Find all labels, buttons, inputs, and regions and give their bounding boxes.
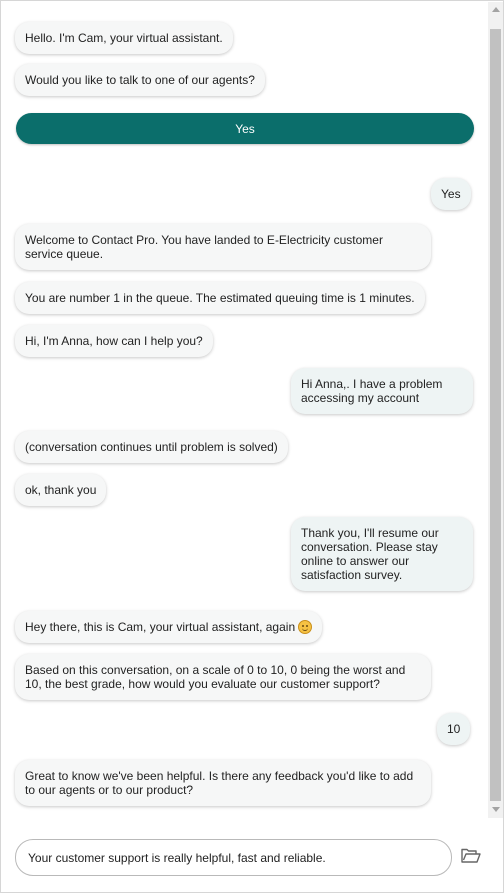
agent-message: Hi, I'm Anna, how can I help you? bbox=[15, 325, 213, 357]
bot-message: Hello. I'm Cam, your virtual assistant. bbox=[15, 22, 233, 54]
chat-transcript: Hello. I'm Cam, your virtual assistant. … bbox=[2, 2, 486, 818]
smiley-icon bbox=[298, 620, 313, 634]
user-message: Yes bbox=[431, 178, 471, 210]
bot-message: Great to know we've been helpful. Is the… bbox=[15, 760, 431, 806]
message-input[interactable] bbox=[15, 839, 452, 876]
user-message: Hi Anna,. I have a problem accessing my … bbox=[291, 368, 473, 414]
user-message: 10 bbox=[437, 713, 471, 745]
agent-message: (conversation continues until problem is… bbox=[15, 431, 288, 463]
bot-message: Would you like to talk to one of our age… bbox=[15, 64, 265, 96]
scroll-down-arrow-icon[interactable] bbox=[488, 802, 503, 816]
chat-window: Hello. I'm Cam, your virtual assistant. … bbox=[0, 0, 504, 893]
chat-scrollbar[interactable] bbox=[488, 2, 503, 818]
yes-quick-reply-button[interactable]: Yes bbox=[16, 113, 474, 144]
user-message: Thank you, I'll resume our conversation.… bbox=[291, 517, 473, 591]
bot-message: Welcome to Contact Pro. You have landed … bbox=[15, 224, 431, 270]
folder-open-icon bbox=[461, 848, 481, 863]
bot-message: Based on this conversation, on a scale o… bbox=[15, 654, 431, 700]
bot-message-text: Hey there, this is Cam, your virtual ass… bbox=[25, 620, 296, 634]
attach-file-button[interactable] bbox=[460, 846, 482, 866]
bot-message: Hey there, this is Cam, your virtual ass… bbox=[15, 611, 323, 643]
bot-message: You are number 1 in the queue. The estim… bbox=[15, 282, 425, 314]
scrollbar-thumb[interactable] bbox=[490, 29, 501, 801]
scroll-up-arrow-icon[interactable] bbox=[488, 2, 503, 16]
agent-message: ok, thank you bbox=[15, 474, 107, 506]
